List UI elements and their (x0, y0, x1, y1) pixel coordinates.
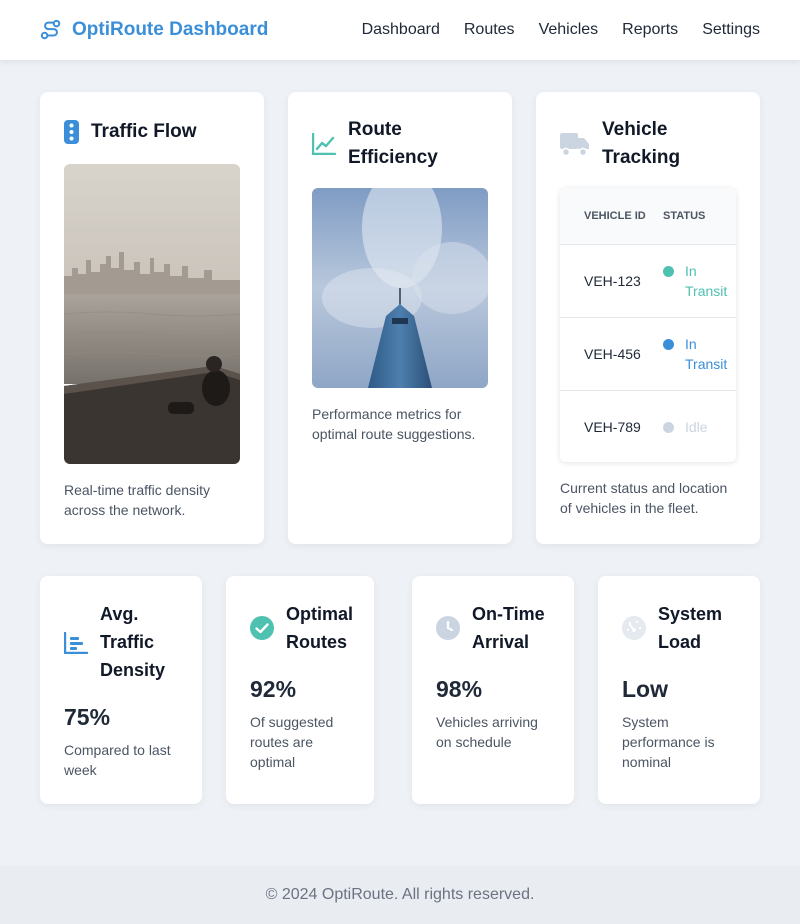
table-row[interactable]: VEH-123 In Transit (560, 244, 736, 317)
vehicle-tracking-title: Vehicle Tracking (602, 119, 681, 168)
status-dot (663, 422, 674, 433)
check-circle-icon (250, 616, 274, 640)
vehicle-id: VEH-123 (584, 273, 641, 289)
vehicle-status: In Transit (663, 334, 727, 374)
top-bar: OptiRoute Dashboard Dashboard Routes Veh… (0, 0, 800, 60)
column-header-status: STATUS (663, 210, 706, 222)
table-row[interactable]: VEH-456 In Transit (560, 317, 736, 390)
route-icon (40, 19, 61, 40)
stat-title: System Load (658, 604, 723, 652)
stat-value: 98% (436, 676, 483, 702)
stat-note: Vehicles arriving on schedule (436, 714, 538, 750)
clock-icon (436, 616, 460, 640)
status-label: In Transit (685, 336, 728, 372)
truck-icon (560, 133, 589, 157)
brand[interactable]: OptiRoute Dashboard (40, 19, 268, 41)
column-header-vehicle-id: VEHICLE ID (584, 210, 646, 222)
vehicle-status: Idle (663, 417, 723, 437)
line-chart-icon (312, 133, 336, 155)
stat-card-on-time-arrival: On-Time Arrival 98% Vehicles arriving on… (412, 576, 574, 804)
vehicle-tracking-header: Vehicle Tracking (560, 116, 736, 172)
main-nav: Dashboard Routes Vehicles Reports Settin… (362, 21, 760, 39)
traffic-flow-card: Traffic Flow Real-time traffic density a… (40, 92, 264, 544)
table-row[interactable]: VEH-789 Idle (560, 390, 736, 462)
gauge-icon (622, 616, 646, 640)
route-efficiency-title: Route Efficiency (348, 119, 438, 168)
app-title: OptiRoute Dashboard (72, 19, 269, 40)
status-dot (663, 266, 674, 277)
stat-note: Compared to last week (64, 742, 171, 778)
stat-card-system-load: System Load Low System performance is no… (598, 576, 760, 804)
status-label: Idle (685, 419, 708, 435)
vehicle-tracking-card: Vehicle Tracking VEHICLE ID STATUS VEH-1… (536, 92, 760, 544)
traffic-flow-description: Real-time traffic density across the net… (64, 482, 211, 518)
stat-value: 92% (250, 676, 297, 702)
footer: © 2024 OptiRoute. All rights reserved. (0, 866, 800, 924)
status-label: In Transit (685, 263, 728, 299)
copyright-text: © 2024 OptiRoute. All rights reserved. (265, 886, 535, 903)
traffic-flow-image (64, 164, 240, 464)
stat-card-traffic-density: Avg. Traffic Density 75% Compared to las… (40, 576, 202, 804)
vehicle-table: VEHICLE ID STATUS VEH-123 In Transit VEH… (560, 188, 736, 462)
traffic-flow-header: Traffic Flow (64, 118, 240, 146)
nav-routes[interactable]: Routes (464, 21, 515, 39)
vehicle-status: In Transit (663, 261, 727, 301)
status-dot (663, 339, 674, 350)
stat-title: On-Time Arrival (472, 604, 545, 652)
route-efficiency-description: Performance metrics for optimal route su… (312, 406, 476, 442)
stat-note: Of suggested routes are optimal (250, 714, 334, 770)
vehicle-id: VEH-789 (584, 419, 641, 435)
nav-settings[interactable]: Settings (702, 21, 760, 39)
stat-card-optimal-routes: Optimal Routes 92% Of suggested routes a… (226, 576, 374, 804)
stat-note: System performance is nominal (622, 714, 715, 770)
route-efficiency-image (312, 188, 488, 388)
traffic-light-icon (64, 120, 79, 144)
vehicle-id: VEH-456 (584, 346, 641, 362)
vehicle-tracking-description: Current status and location of vehicles … (560, 480, 728, 516)
stat-title: Avg. Traffic Density (100, 604, 166, 680)
table-header: VEHICLE ID STATUS (560, 188, 736, 244)
stat-value: 75% (64, 704, 111, 730)
route-efficiency-header: Route Efficiency (312, 116, 488, 172)
nav-vehicles[interactable]: Vehicles (539, 21, 599, 39)
traffic-flow-title: Traffic Flow (91, 121, 197, 142)
route-efficiency-card: Route Efficiency Performance metrics for… (288, 92, 512, 544)
stat-value: Low (622, 676, 668, 702)
nav-reports[interactable]: Reports (622, 21, 678, 39)
bar-chart-icon (64, 632, 88, 654)
nav-dashboard[interactable]: Dashboard (362, 21, 440, 39)
stat-title: Optimal Routes (286, 604, 354, 652)
